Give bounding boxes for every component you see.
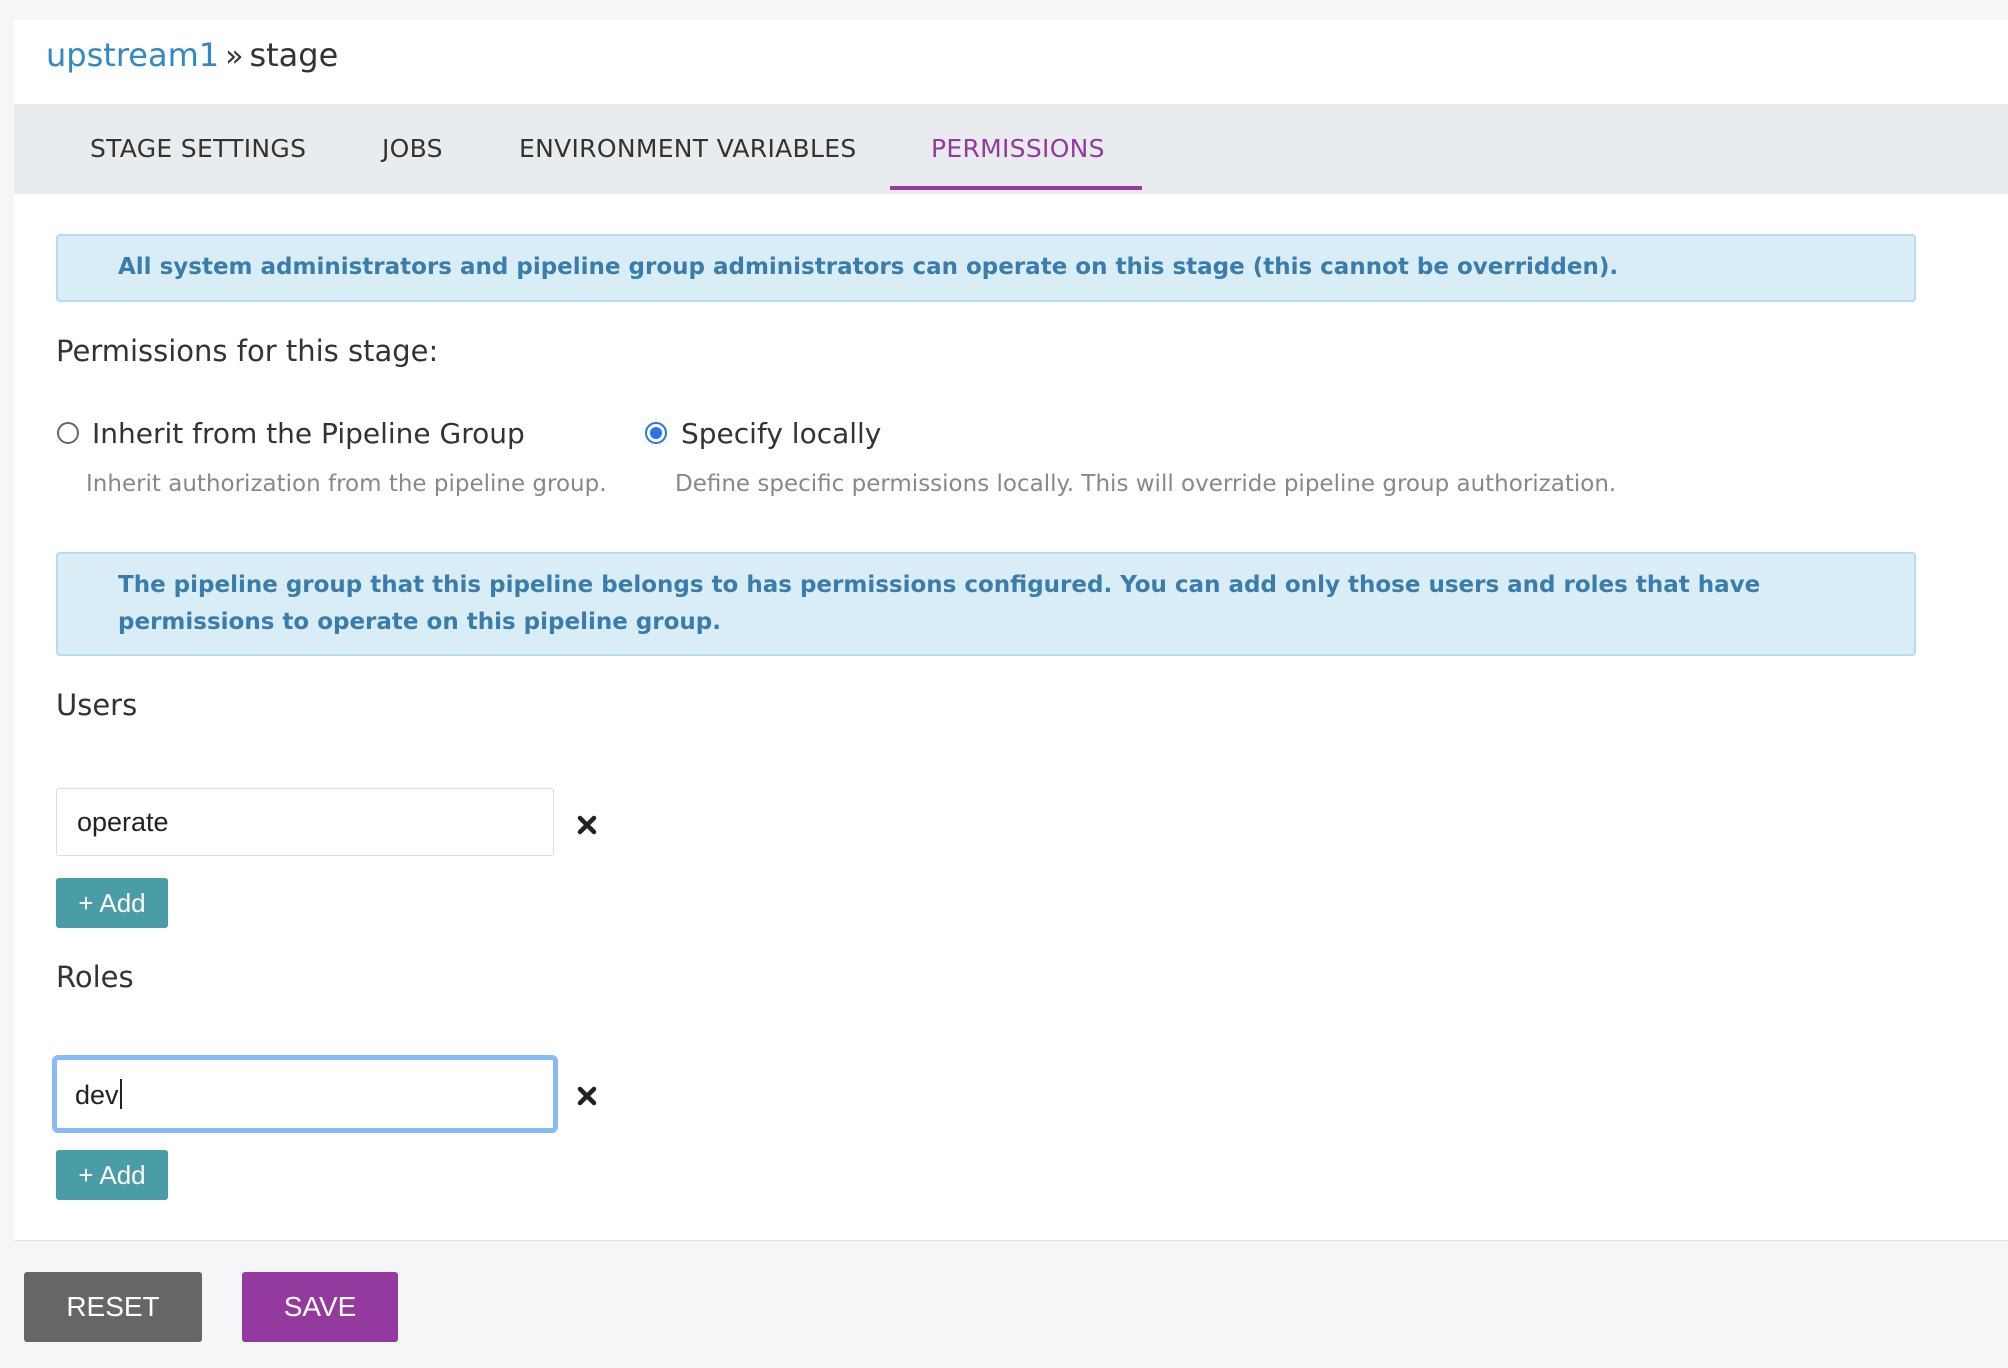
specify-locally-radio[interactable] xyxy=(645,422,667,444)
text-caret xyxy=(119,1079,122,1109)
users-heading: Users xyxy=(56,688,138,722)
admin-notice: All system administrators and pipeline g… xyxy=(56,234,1916,302)
admin-notice-text: All system administrators and pipeline g… xyxy=(118,254,1619,280)
reset-button[interactable]: RESET xyxy=(24,1272,202,1342)
role-input-text: dev xyxy=(75,1080,119,1110)
role-input-value: dev xyxy=(75,1079,122,1111)
inherit-radio[interactable] xyxy=(57,422,79,444)
roles-heading: Roles xyxy=(56,960,134,994)
specify-locally-radio-label[interactable]: Specify locally xyxy=(681,417,881,450)
breadcrumb: upstream1» stage xyxy=(46,36,338,74)
user-input-value: operate xyxy=(77,807,169,837)
remove-user-icon[interactable] xyxy=(577,815,597,835)
tab-stage-settings[interactable]: STAGE SETTINGS xyxy=(90,104,306,194)
active-tab-indicator xyxy=(890,186,1142,190)
breadcrumb-pipeline-link[interactable]: upstream1 xyxy=(46,36,219,74)
add-role-button[interactable]: + Add xyxy=(56,1150,168,1200)
user-input[interactable]: operate xyxy=(56,788,554,856)
permissions-heading: Permissions for this stage: xyxy=(56,334,439,368)
tab-permissions[interactable]: PERMISSIONS xyxy=(931,104,1105,194)
inherit-help-text: Inherit authorization from the pipeline … xyxy=(86,471,607,497)
role-input[interactable]: dev xyxy=(52,1055,558,1133)
specify-locally-help-text: Define specific permissions locally. Thi… xyxy=(675,471,1617,497)
breadcrumb-separator-icon: » xyxy=(225,39,244,74)
tab-environment-variables[interactable]: ENVIRONMENT VARIABLES xyxy=(519,104,857,194)
add-user-button[interactable]: + Add xyxy=(56,878,168,928)
tab-bar: STAGE SETTINGS JOBS ENVIRONMENT VARIABLE… xyxy=(14,104,2008,194)
remove-role-icon[interactable] xyxy=(577,1086,597,1106)
breadcrumb-stage: stage xyxy=(249,36,339,74)
group-permissions-notice-text: The pipeline group that this pipeline be… xyxy=(118,572,1761,635)
save-button[interactable]: SAVE xyxy=(242,1272,398,1342)
tab-jobs[interactable]: JOBS xyxy=(382,104,443,194)
inherit-radio-label[interactable]: Inherit from the Pipeline Group xyxy=(92,417,525,450)
group-permissions-notice: The pipeline group that this pipeline be… xyxy=(56,552,1916,656)
